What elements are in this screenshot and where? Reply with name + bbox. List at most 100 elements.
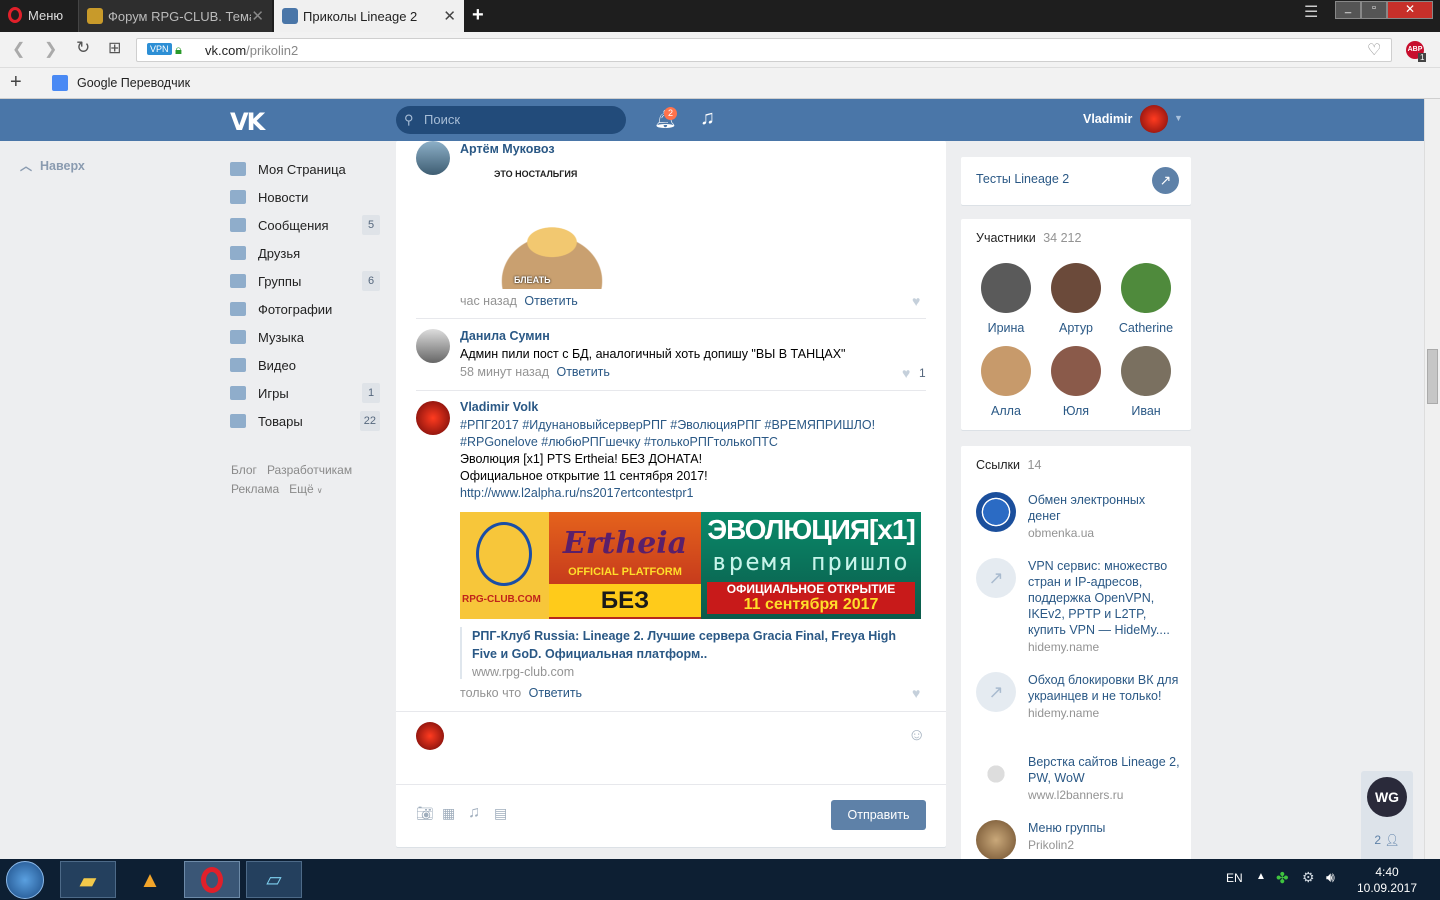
reply-link[interactable]: Ответить xyxy=(524,294,577,308)
vpn-badge[interactable]: VPN xyxy=(147,43,172,55)
notepad-taskbar-icon[interactable]: ▱ xyxy=(246,861,302,898)
page-scrollbar[interactable] xyxy=(1424,99,1440,859)
explorer-taskbar-icon[interactable]: ▰ xyxy=(60,861,116,898)
chevron-down-icon[interactable]: ▼ xyxy=(1174,113,1183,123)
reload-icon[interactable]: ↻ xyxy=(76,38,90,58)
nav-messages[interactable]: Сообщения 5 xyxy=(230,211,380,239)
attach-doc-icon[interactable]: ▤ xyxy=(494,805,507,822)
search-input[interactable]: Поиск xyxy=(396,106,626,134)
forward-icon[interactable]: ❯ xyxy=(44,39,57,59)
nav-goods[interactable]: Товары 22 xyxy=(230,407,380,435)
nav-news[interactable]: Новости xyxy=(230,183,380,211)
language-indicator[interactable]: EN xyxy=(1226,871,1243,885)
like-icon[interactable]: ♥ xyxy=(912,685,920,701)
minimize-button[interactable]: _ xyxy=(1335,1,1361,19)
member-item[interactable]: Артур xyxy=(1046,263,1106,335)
user-name[interactable]: Vladimir xyxy=(1083,112,1132,126)
back-to-top-link[interactable]: ︿ Наверх xyxy=(20,157,85,174)
nav-video[interactable]: Видео xyxy=(230,351,380,379)
footer-more-link[interactable]: Ещё xyxy=(289,482,314,496)
start-button[interactable] xyxy=(6,861,44,899)
tests-widget[interactable]: Тесты Lineage 2 ↗ xyxy=(961,157,1191,205)
member-item[interactable]: Ирина xyxy=(976,263,1036,335)
browser-titlebar: Меню Форум RPG-CLUB. Тема: 3 ✕ Приколы L… xyxy=(0,0,1440,32)
link-arrow-icon: ↗ xyxy=(976,672,1016,712)
speed-dial-icon[interactable]: ⊞ xyxy=(108,38,121,58)
like-icon[interactable]: ♥ xyxy=(902,365,910,381)
footer-ads-link[interactable]: Реклама xyxy=(231,482,279,496)
close-tab-icon[interactable]: ✕ xyxy=(443,7,456,25)
add-bookmark-icon[interactable]: + xyxy=(10,71,22,94)
attach-video-icon[interactable]: ▦ xyxy=(442,805,455,822)
reply-input[interactable] xyxy=(456,719,896,779)
back-icon[interactable]: ❮ xyxy=(12,39,25,59)
divider xyxy=(396,784,946,785)
nav-my-page[interactable]: Моя Страница xyxy=(230,155,380,183)
tray-expand-icon[interactable]: ▲ xyxy=(1256,871,1266,882)
header-avatar[interactable] xyxy=(1140,105,1168,133)
clock[interactable]: 4:40 10.09.2017 xyxy=(1352,864,1422,896)
comment-avatar[interactable] xyxy=(416,329,450,363)
comment-avatar[interactable] xyxy=(416,401,450,435)
scrollbar-thumb[interactable] xyxy=(1427,349,1438,404)
comment-author[interactable]: Vladimir Volk xyxy=(460,400,538,414)
tab-prikoly[interactable]: Приколы Lineage 2 ✕ xyxy=(274,0,464,32)
opera-menu-button[interactable]: Меню xyxy=(8,7,63,23)
bookmark-google-translate[interactable]: Google Переводчик xyxy=(77,76,190,90)
members-header[interactable]: Участники 34 212 xyxy=(976,231,1081,245)
tray-clover-icon[interactable]: ✤ xyxy=(1276,869,1289,887)
heart-bookmark-icon[interactable]: ♡ xyxy=(1367,40,1381,60)
vk-logo-icon[interactable]: VK xyxy=(230,108,265,136)
nav-groups[interactable]: Группы 6 xyxy=(230,267,380,295)
opera-taskbar-icon[interactable] xyxy=(184,861,240,898)
member-item[interactable]: Юля xyxy=(1046,346,1106,418)
tab-forum[interactable]: Форум RPG-CLUB. Тема: 3 ✕ xyxy=(78,0,272,32)
aimp-taskbar-icon[interactable]: ▲ xyxy=(122,861,178,898)
nav-music[interactable]: Музыка xyxy=(230,323,380,351)
maximize-button[interactable]: ▫ xyxy=(1361,1,1387,19)
footer-dev-link[interactable]: Разработчикам xyxy=(267,463,352,477)
attach-audio-icon[interactable]: ♫ xyxy=(468,804,480,822)
volume-icon[interactable]: 🔊︎ xyxy=(1326,869,1335,886)
hashtags-line-1[interactable]: #РПГ2017 #ИдунановыйсерверРПГ #ЭволюцияР… xyxy=(460,418,875,432)
links-header[interactable]: Ссылки 14 xyxy=(976,458,1041,472)
close-tab-icon[interactable]: ✕ xyxy=(251,7,264,25)
reply-link[interactable]: Ответить xyxy=(556,365,609,379)
attach-photo-icon[interactable]: 📷︎ xyxy=(416,805,434,822)
lock-icon[interactable]: 🔒︎ xyxy=(175,42,182,58)
music-icon[interactable]: ♫ xyxy=(700,107,715,130)
link-item[interactable]: Меню группы Prikolin2 xyxy=(976,820,1181,859)
close-window-button[interactable]: ✕ xyxy=(1387,1,1433,19)
arrow-up-right-icon[interactable]: ↗ xyxy=(1152,167,1179,194)
link-preview[interactable]: РПГ-Клуб Russia: Lineage 2. Лучшие серве… xyxy=(460,627,920,679)
url-field[interactable]: VPN 🔒︎ vk.com/prikolin2 ♡ xyxy=(136,38,1392,62)
nav-friends[interactable]: Друзья xyxy=(230,239,380,267)
reply-link[interactable]: Ответить xyxy=(529,686,582,700)
nav-games[interactable]: Игры 1 xyxy=(230,379,380,407)
link-item[interactable]: ↗ VPN сервис: множество стран и IP-адрес… xyxy=(976,558,1181,654)
member-item[interactable]: Иван xyxy=(1116,346,1176,418)
nav-photos[interactable]: Фотографии xyxy=(230,295,380,323)
comment-author[interactable]: Данила Сумин xyxy=(460,329,550,343)
comment-author[interactable]: Артём Муковоз xyxy=(460,142,555,156)
comment-url-link[interactable]: http://www.l2alpha.ru/ns2017ertcontestpr… xyxy=(460,486,693,500)
send-button[interactable]: Отправить xyxy=(831,800,926,830)
steam-icon[interactable]: ⚙ xyxy=(1302,869,1315,886)
like-icon[interactable]: ♥ xyxy=(912,293,920,309)
member-item[interactable]: Алла xyxy=(976,346,1036,418)
comment-avatar[interactable] xyxy=(416,141,450,175)
emoji-icon[interactable]: ☺ xyxy=(908,725,925,745)
tab-menu-icon[interactable]: ☰ xyxy=(1304,2,1318,22)
link-item[interactable]: Обмен электронных денег obmenka.ua xyxy=(976,492,1181,540)
link-item[interactable]: ↗ Обход блокировки ВК для украинцев и не… xyxy=(976,672,1181,720)
member-item[interactable]: Catherine xyxy=(1116,263,1176,335)
attached-banner-image[interactable]: RPG-CLUB.COM Ertheia OFFICIAL PLATFORM Б… xyxy=(460,512,921,619)
chat-widget[interactable]: WG 2 👤︎ xyxy=(1361,771,1413,859)
link-item[interactable]: Верстка сайтов Lineage 2, PW, WoW www.l2b… xyxy=(976,754,1181,802)
link-preview-title[interactable]: РПГ-Клуб Russia: Lineage 2. Лучшие серве… xyxy=(472,627,920,663)
hashtags-line-2[interactable]: #RPGonelove #любюРПГшечку #толькоРПГтоль… xyxy=(460,435,778,449)
new-tab-button[interactable]: + xyxy=(472,4,484,27)
tests-label[interactable]: Тесты Lineage 2 xyxy=(976,172,1069,186)
vk-page: ︿ Наверх Моя Страница Новости Сообщения 5 … xyxy=(0,141,1424,859)
footer-blog-link[interactable]: Блог xyxy=(231,463,257,477)
